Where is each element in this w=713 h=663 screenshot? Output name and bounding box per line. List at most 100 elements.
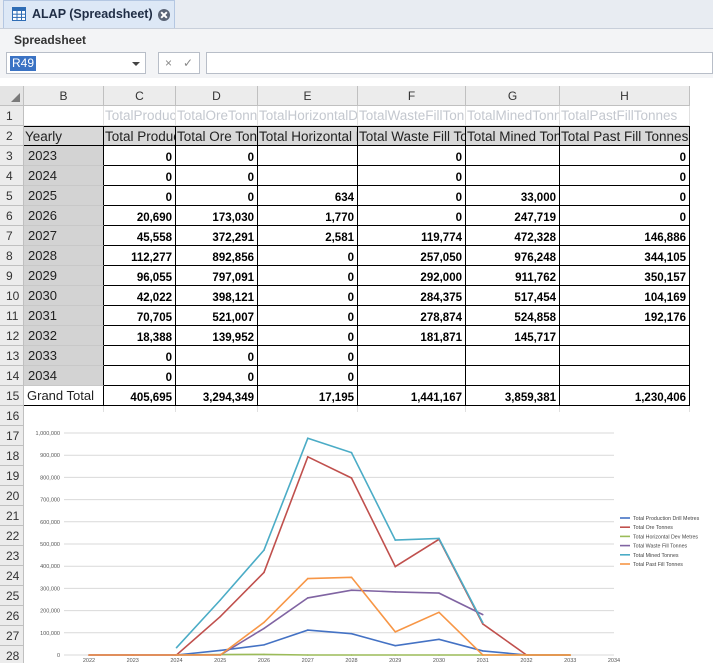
- row-header[interactable]: 22: [0, 526, 24, 546]
- value-cell[interactable]: [258, 146, 358, 166]
- year-cell[interactable]: 2023: [24, 146, 104, 166]
- document-tab[interactable]: ALAP (Spreadsheet): [3, 0, 175, 28]
- column-header[interactable]: B: [24, 86, 104, 106]
- value-cell[interactable]: 976,248: [466, 246, 560, 266]
- year-cell[interactable]: 2030: [24, 286, 104, 306]
- value-cell[interactable]: 911,762: [466, 266, 560, 286]
- cell[interactable]: TotalProductionDrillMetres: [104, 106, 176, 126]
- table-header[interactable]: Total Horizontal Dev Metres: [258, 126, 358, 146]
- row-header[interactable]: 11: [0, 306, 24, 326]
- value-cell[interactable]: 472,328: [466, 226, 560, 246]
- grand-total-cell[interactable]: 3,859,381: [466, 386, 560, 406]
- row-header[interactable]: 18: [0, 446, 24, 466]
- cell[interactable]: TotalHorizontalDevMetres: [258, 106, 358, 126]
- value-cell[interactable]: 0: [176, 166, 258, 186]
- value-cell[interactable]: 0: [560, 146, 690, 166]
- table-header[interactable]: Total Production Drill Metres: [104, 126, 176, 146]
- value-cell[interactable]: 0: [358, 206, 466, 226]
- value-cell[interactable]: 70,705: [104, 306, 176, 326]
- value-cell[interactable]: 0: [104, 366, 176, 386]
- value-cell[interactable]: 634: [258, 186, 358, 206]
- value-cell[interactable]: 145,717: [466, 326, 560, 346]
- line-chart[interactable]: 0 100,000 200,000 300,000 400,000 500,000 600,…: [24, 412, 713, 663]
- value-cell[interactable]: 372,291: [176, 226, 258, 246]
- value-cell[interactable]: 524,858: [466, 306, 560, 326]
- column-header[interactable]: F: [358, 86, 466, 106]
- value-cell[interactable]: 521,007: [176, 306, 258, 326]
- value-cell[interactable]: 398,121: [176, 286, 258, 306]
- value-cell[interactable]: 192,176: [560, 306, 690, 326]
- value-cell[interactable]: 0: [258, 346, 358, 366]
- value-cell[interactable]: 181,871: [358, 326, 466, 346]
- row-header[interactable]: 16: [0, 406, 24, 426]
- value-cell[interactable]: [466, 166, 560, 186]
- row-header[interactable]: 28: [0, 646, 24, 663]
- value-cell[interactable]: 247,719: [466, 206, 560, 226]
- row-header[interactable]: 25: [0, 586, 24, 606]
- value-cell[interactable]: [358, 346, 466, 366]
- value-cell[interactable]: 119,774: [358, 226, 466, 246]
- year-cell[interactable]: 2027: [24, 226, 104, 246]
- value-cell[interactable]: 20,690: [104, 206, 176, 226]
- value-cell[interactable]: 0: [358, 146, 466, 166]
- year-cell[interactable]: 2032: [24, 326, 104, 346]
- value-cell[interactable]: 278,874: [358, 306, 466, 326]
- value-cell[interactable]: 0: [258, 266, 358, 286]
- column-header[interactable]: E: [258, 86, 358, 106]
- value-cell[interactable]: 18,388: [104, 326, 176, 346]
- row-header[interactable]: 21: [0, 506, 24, 526]
- year-cell[interactable]: 2034: [24, 366, 104, 386]
- row-header[interactable]: 5: [0, 186, 24, 206]
- table-header-yearly[interactable]: Yearly: [24, 126, 104, 146]
- value-cell[interactable]: 0: [176, 146, 258, 166]
- row-header[interactable]: 12: [0, 326, 24, 346]
- value-cell[interactable]: 0: [258, 306, 358, 326]
- row-header[interactable]: 15: [0, 386, 24, 406]
- column-header[interactable]: D: [176, 86, 258, 106]
- table-header[interactable]: Total Mined Tonnes: [466, 126, 560, 146]
- value-cell[interactable]: 0: [258, 326, 358, 346]
- select-all-corner[interactable]: [0, 86, 24, 106]
- year-cell[interactable]: 2031: [24, 306, 104, 326]
- value-cell[interactable]: 0: [358, 166, 466, 186]
- value-cell[interactable]: 344,105: [560, 246, 690, 266]
- value-cell[interactable]: 0: [176, 186, 258, 206]
- value-cell[interactable]: 0: [560, 186, 690, 206]
- row-header[interactable]: 26: [0, 606, 24, 626]
- grand-total-cell[interactable]: 405,695: [104, 386, 176, 406]
- column-header[interactable]: G: [466, 86, 560, 106]
- value-cell[interactable]: 0: [560, 206, 690, 226]
- grand-total-cell[interactable]: 3,294,349: [176, 386, 258, 406]
- grand-total-cell[interactable]: 17,195: [258, 386, 358, 406]
- value-cell[interactable]: 173,030: [176, 206, 258, 226]
- cell[interactable]: TotalOreTonnes: [176, 106, 258, 126]
- value-cell[interactable]: 0: [104, 166, 176, 186]
- cell[interactable]: [24, 106, 104, 126]
- cell[interactable]: TotalPastFillTonnes: [560, 106, 690, 126]
- value-cell[interactable]: 42,022: [104, 286, 176, 306]
- value-cell[interactable]: 257,050: [358, 246, 466, 266]
- value-cell[interactable]: 146,886: [560, 226, 690, 246]
- value-cell[interactable]: 0: [258, 246, 358, 266]
- value-cell[interactable]: [466, 366, 560, 386]
- value-cell[interactable]: 0: [258, 366, 358, 386]
- value-cell[interactable]: 2,581: [258, 226, 358, 246]
- value-cell[interactable]: 112,277: [104, 246, 176, 266]
- value-cell[interactable]: 0: [258, 286, 358, 306]
- row-header[interactable]: 7: [0, 226, 24, 246]
- value-cell[interactable]: 96,055: [104, 266, 176, 286]
- year-cell[interactable]: 2029: [24, 266, 104, 286]
- value-cell[interactable]: 104,169: [560, 286, 690, 306]
- check-icon[interactable]: ✓: [183, 56, 193, 70]
- value-cell[interactable]: 45,558: [104, 226, 176, 246]
- value-cell[interactable]: 0: [104, 146, 176, 166]
- value-cell[interactable]: 0: [104, 346, 176, 366]
- column-header[interactable]: C: [104, 86, 176, 106]
- value-cell[interactable]: [560, 346, 690, 366]
- row-header[interactable]: 14: [0, 366, 24, 386]
- row-header[interactable]: 19: [0, 466, 24, 486]
- value-cell[interactable]: 139,952: [176, 326, 258, 346]
- value-cell[interactable]: [560, 326, 690, 346]
- table-header[interactable]: Total Ore Tonnes: [176, 126, 258, 146]
- value-cell[interactable]: 0: [176, 346, 258, 366]
